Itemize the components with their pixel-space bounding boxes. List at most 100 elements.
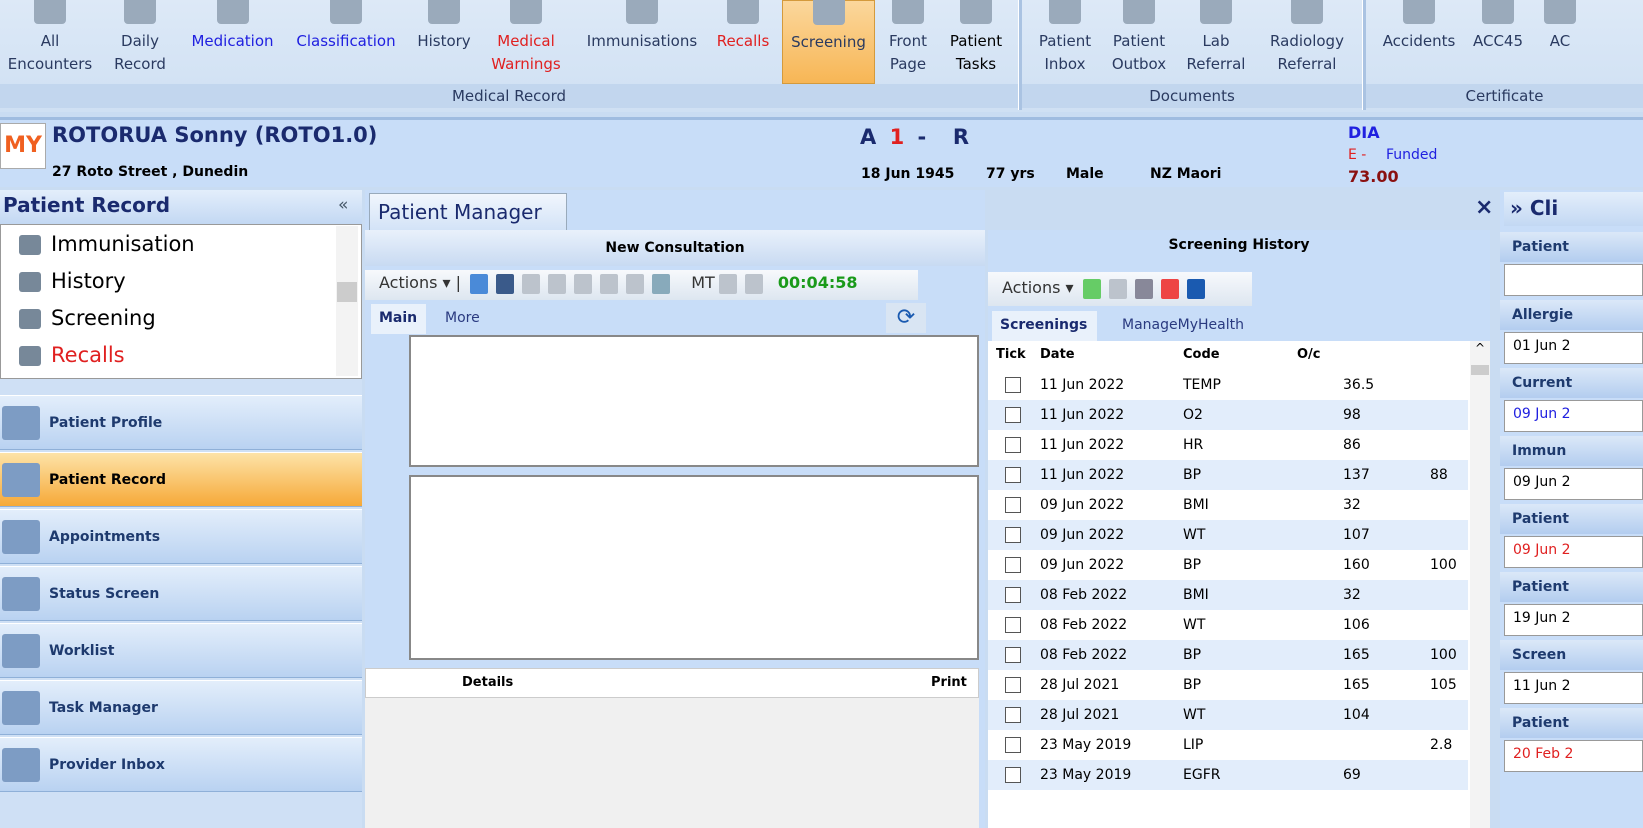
ribbon-lab-referral-button[interactable]: Lab Referral	[1180, 0, 1252, 84]
nav-status-screen[interactable]: Status Screen	[0, 566, 362, 621]
ribbon-front-page-button[interactable]: Front Page	[878, 0, 938, 84]
list-icon[interactable]	[600, 273, 619, 294]
tick-checkbox[interactable]	[1005, 407, 1021, 423]
table-scrollbar[interactable]: ^	[1470, 341, 1490, 828]
table-row[interactable]: 23 May 2019 EGFR 69	[988, 760, 1468, 790]
close-panel-button[interactable]: ×	[1475, 195, 1493, 220]
nav-provider-inbox[interactable]: Provider Inbox	[0, 737, 362, 792]
ribbon-all-encounters-button[interactable]: All Encounters	[0, 0, 100, 84]
tick-checkbox[interactable]	[1005, 437, 1021, 453]
table-row[interactable]: 08 Feb 2022 BP 165 100	[988, 640, 1468, 670]
actions-menu[interactable]: Actions ▾	[379, 273, 451, 292]
table-row[interactable]: 11 Jun 2022 BP 137 88	[988, 460, 1468, 490]
nav-worklist[interactable]: Worklist	[0, 623, 362, 678]
table-row[interactable]: 23 May 2019 LIP 2.8	[988, 730, 1468, 760]
ribbon-patient-inbox-button[interactable]: Patient Inbox	[1030, 0, 1100, 84]
ribbon-screening-button[interactable]: Screening	[782, 0, 875, 84]
tick-checkbox[interactable]	[1005, 647, 1021, 663]
ribbon-history-button[interactable]: History	[412, 0, 476, 84]
ribbon-daily-record-button[interactable]: Daily Record	[95, 0, 185, 84]
add-person-icon[interactable]	[470, 273, 489, 294]
ribbon-medication-button[interactable]: Medication	[185, 0, 280, 84]
tick-checkbox[interactable]	[1005, 677, 1021, 693]
tree-item-immunisation[interactable]: Immunisation	[19, 227, 195, 261]
table-row[interactable]: 11 Jun 2022 TEMP 36.5	[988, 370, 1468, 400]
section-header-allergie[interactable]: Allergie	[1500, 300, 1643, 330]
section-header-patient[interactable]: Patient	[1500, 572, 1643, 602]
ribbon-medical-warnings-button[interactable]: Medical Warnings	[486, 0, 566, 84]
tick-checkbox[interactable]	[1005, 467, 1021, 483]
consultation-header: New Consultation	[365, 230, 985, 266]
section-header-current[interactable]: Current	[1500, 368, 1643, 398]
tab-managemyhealth[interactable]: ManageMyHealth	[1122, 317, 1244, 333]
ribbon-classification-button[interactable]: Classification	[292, 0, 400, 84]
ribbon-recalls-button[interactable]: Recalls	[712, 0, 774, 84]
monitor-icon[interactable]	[626, 273, 645, 294]
nav-patient-record[interactable]: Patient Record	[0, 452, 362, 507]
tab-screenings[interactable]: Screenings	[992, 311, 1097, 341]
document-icon[interactable]	[522, 273, 541, 294]
save-add-icon[interactable]	[496, 273, 515, 294]
collapse-button[interactable]: «	[338, 195, 348, 215]
tree-item-recalls[interactable]: Recalls	[19, 338, 125, 372]
print-alt-icon[interactable]	[574, 273, 593, 294]
section-header-screen[interactable]: Screen	[1500, 640, 1643, 670]
tick-checkbox[interactable]	[1005, 617, 1021, 633]
left-panel: Patient Record « Immunisation History Scre…	[0, 190, 362, 828]
ribbon-accidents-button[interactable]: Accidents	[1375, 0, 1463, 84]
ribbon-patient-outbox-button[interactable]: Patient Outbox	[1103, 0, 1175, 84]
nav-task-manager[interactable]: Task Manager	[0, 680, 362, 735]
new-document-icon[interactable]	[1082, 278, 1101, 299]
refresh-icon[interactable]: ⟳	[886, 303, 926, 333]
table-row[interactable]: 11 Jun 2022 HR 86	[988, 430, 1468, 460]
subtab-more[interactable]: More	[445, 310, 480, 326]
refresh-icon[interactable]	[1186, 278, 1205, 299]
table-row[interactable]: 28 Jul 2021 WT 104	[988, 700, 1468, 730]
ribbon-immunisations-button[interactable]: Immunisations	[580, 0, 704, 84]
tick-checkbox[interactable]	[1005, 557, 1021, 573]
tree-scrollbar[interactable]	[336, 226, 358, 376]
tick-checkbox[interactable]	[1005, 377, 1021, 393]
section-header-patient[interactable]: Patient	[1500, 708, 1643, 738]
section-header-immun[interactable]: Immun	[1500, 436, 1643, 466]
nav-appointments[interactable]: Appointments	[0, 509, 362, 564]
tick-checkbox[interactable]	[1005, 527, 1021, 543]
section-header-patient[interactable]: Patient	[1500, 504, 1643, 534]
table-row[interactable]: 11 Jun 2022 O2 98	[988, 400, 1468, 430]
print-icon[interactable]	[548, 273, 567, 294]
document-icon[interactable]	[1108, 278, 1127, 299]
table-row[interactable]: 09 Jun 2022 BMI 32	[988, 490, 1468, 520]
doc-icon-3[interactable]	[744, 273, 763, 294]
doc-icon-2[interactable]	[718, 273, 737, 294]
tree-item-history[interactable]: History	[19, 264, 126, 298]
tick-checkbox[interactable]	[1005, 737, 1021, 753]
ribbon-ac-button[interactable]: AC	[1540, 0, 1580, 84]
table-row[interactable]: 09 Jun 2022 WT 107	[988, 520, 1468, 550]
mt-button[interactable]: MT	[691, 273, 715, 292]
chart-icon[interactable]	[1160, 278, 1179, 299]
filter-icon[interactable]	[1134, 278, 1153, 299]
subtab-main[interactable]: Main	[371, 304, 426, 334]
table-row[interactable]: 09 Jun 2022 BP 160 100	[988, 550, 1468, 580]
tick-checkbox[interactable]	[1005, 767, 1021, 783]
tab-patient-manager[interactable]: Patient Manager	[369, 193, 567, 230]
notepad-icon[interactable]	[652, 273, 671, 294]
table-row[interactable]: 08 Feb 2022 BMI 32	[988, 580, 1468, 610]
consultation-detail-area[interactable]	[409, 475, 979, 660]
tick-checkbox[interactable]	[1005, 707, 1021, 723]
tick-checkbox[interactable]	[1005, 497, 1021, 513]
consultation-notes-area[interactable]	[409, 335, 979, 467]
tree-item-label: Recalls	[51, 343, 125, 367]
section-header-patient[interactable]: Patient	[1500, 232, 1643, 262]
table-row[interactable]: 08 Feb 2022 WT 106	[988, 610, 1468, 640]
nav-patient-profile[interactable]: Patient Profile	[0, 395, 362, 450]
tick-checkbox[interactable]	[1005, 587, 1021, 603]
screening-actions-menu[interactable]: Actions ▾	[1002, 278, 1074, 297]
ribbon-acc45-button[interactable]: ACC45	[1470, 0, 1526, 84]
ribbon-patient-tasks-button[interactable]: Patient Tasks	[943, 0, 1009, 84]
ribbon-radiology-referral-button[interactable]: Radiology Referral	[1260, 0, 1354, 84]
tree-item-screening[interactable]: Screening	[19, 301, 156, 335]
table-row[interactable]: 28 Jul 2021 BP 165 105	[988, 670, 1468, 700]
certificate-icon	[1544, 0, 1576, 24]
section-value: 20 Feb 2	[1504, 740, 1643, 772]
